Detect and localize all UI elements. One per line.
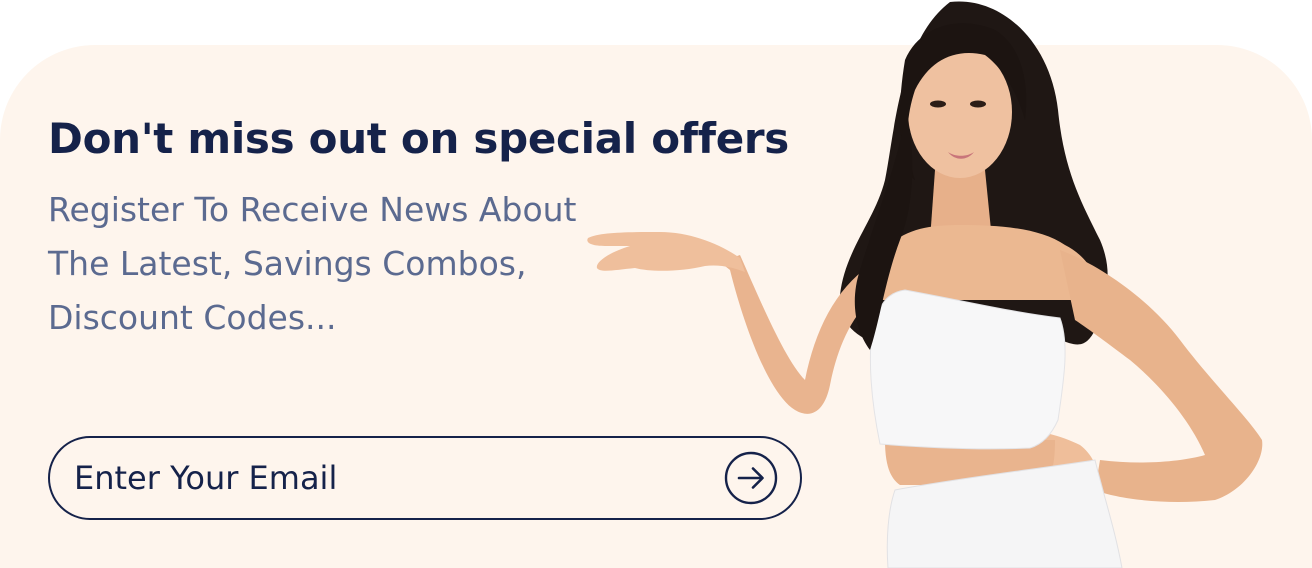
promo-subtext-line: Discount Codes... <box>48 298 337 337</box>
model-photo <box>587 1 1263 568</box>
promo-subtext-line: The Latest, Savings Combos, <box>48 244 527 283</box>
model-eye-right <box>970 100 986 108</box>
promo-subtext-line: Register To Receive News About <box>48 190 577 229</box>
promo-stage: Don't miss out on special offers Registe… <box>0 0 1312 568</box>
model-eye-left <box>930 100 946 108</box>
promo-subtext: Register To Receive News About The Lates… <box>48 183 668 345</box>
model-hand <box>587 232 745 272</box>
